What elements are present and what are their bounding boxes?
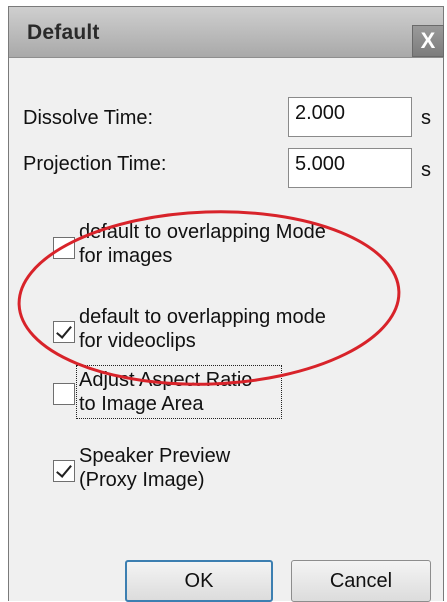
cancel-button[interactable]: Cancel: [291, 560, 431, 602]
speaker-preview-label[interactable]: Speaker Preview (Proxy Image): [79, 444, 230, 492]
dissolve-time-unit: s: [421, 107, 431, 129]
overlap-videoclips-label[interactable]: default to overlapping mode for videocli…: [79, 305, 326, 353]
overlap-images-checkbox[interactable]: [53, 237, 75, 259]
adjust-aspect-ratio-label[interactable]: Adjust Aspect Ratio to Image Area: [79, 368, 252, 416]
dialog-window: Default X Dissolve Time: 2.000 s Project…: [8, 6, 444, 602]
overlap-images-label-line2: for images: [79, 245, 173, 267]
speaker-preview-label-line1: Speaker Preview: [79, 445, 231, 467]
title-bar[interactable]: Default X: [9, 7, 444, 58]
adjust-aspect-ratio-checkbox[interactable]: [53, 383, 75, 405]
dissolve-time-input[interactable]: 2.000: [288, 97, 412, 137]
projection-time-input[interactable]: 5.000: [288, 148, 412, 188]
adjust-aspect-ratio-label-line2: to Image Area: [79, 393, 204, 415]
speaker-preview-label-line2: (Proxy Image): [79, 469, 205, 491]
overlap-videoclips-label-line2: for videoclips: [79, 330, 196, 352]
close-icon: X: [420, 28, 436, 53]
overlap-videoclips-label-line1: default to overlapping mode: [79, 306, 326, 328]
projection-time-unit: s: [421, 159, 431, 181]
dissolve-time-label: Dissolve Time:: [23, 107, 154, 129]
ok-button[interactable]: OK: [125, 560, 273, 602]
overlap-images-label[interactable]: default to overlapping Mode for images: [79, 220, 326, 268]
overlap-videoclips-checkbox[interactable]: [53, 321, 75, 343]
adjust-aspect-ratio-label-line1: Adjust Aspect Ratio: [79, 369, 253, 391]
window-title: Default: [27, 21, 100, 44]
overlap-images-label-line1: default to overlapping Mode: [79, 221, 326, 243]
speaker-preview-checkbox[interactable]: [53, 460, 75, 482]
close-button[interactable]: X: [412, 25, 444, 57]
projection-time-label: Projection Time:: [23, 153, 167, 175]
